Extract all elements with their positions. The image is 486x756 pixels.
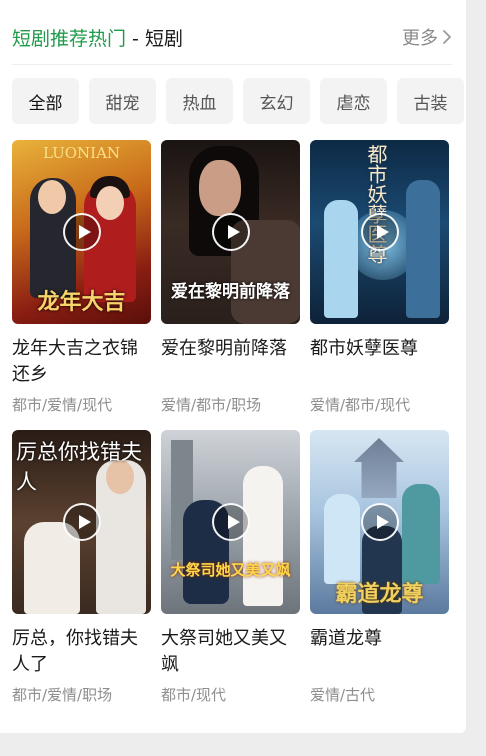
drama-tags: 都市/爱情/现代 [12,396,113,414]
more-label: 更多 [402,28,438,49]
poster-title-art: 龙年大吉 [37,290,126,315]
section-title-accent: 短剧推荐热门 [12,27,127,50]
drama-card[interactable]: 大祭司她又美又飒 大祭司她又美又飒 都市/现代 [161,430,300,706]
drama-title[interactable]: 霸道龙尊 [310,626,449,678]
poster-figure [354,438,404,498]
drama-title[interactable]: 大祭司她又美又飒 [161,626,300,678]
play-icon[interactable] [211,503,250,541]
poster-logo: LUONIAN [42,144,121,162]
poster-figure [199,160,241,216]
tab-costume[interactable]: 古装 [397,78,464,124]
drama-title[interactable]: 厉总，你找错夫人了 [12,626,151,678]
play-icon[interactable] [211,213,250,251]
drama-title[interactable]: 都市妖孽医尊 [310,336,449,388]
play-icon[interactable] [62,503,101,541]
drama-card[interactable]: LUONIAN 龙年大吉 龙年大吉之衣锦还乡 都市/爱情/现代 [12,140,151,416]
more-link[interactable]: 更多 [402,24,452,50]
play-icon[interactable] [62,213,101,251]
drama-card[interactable]: 爱在黎明前降落 爱在黎明前降落 爱情/都市/职场 [161,140,300,416]
poster-figure [38,180,66,214]
poster-figure [406,180,440,318]
header-divider [12,64,452,65]
drama-card[interactable]: 厉总你找错夫人 厉总，你找错夫人了 都市/爱情/职场 [12,430,151,706]
drama-card[interactable]: 都市妖孽医尊 都市妖孽医尊 爱情/都市/现代 [310,140,449,416]
poster-figure [243,466,283,606]
chevron-right-icon [443,30,451,44]
tab-all[interactable]: 全部 [12,78,79,124]
poster-figure [96,186,124,220]
tab-angst[interactable]: 虐恋 [320,78,387,124]
drama-poster[interactable]: 都市妖孽医尊 [310,140,449,324]
drama-tags: 爱情/都市/职场 [161,396,262,414]
drama-tags: 都市/现代 [161,686,227,704]
drama-poster[interactable]: 霸道龙尊 [310,430,449,614]
tab-action[interactable]: 热血 [166,78,233,124]
drama-poster[interactable]: 厉总你找错夫人 [12,430,151,614]
category-tabs: 全部 甜宠 热血 玄幻 虐恋 古装 [12,78,464,126]
poster-figure [402,484,440,584]
poster-title-art: 爱在黎明前降落 [171,282,290,302]
poster-title-art: 大祭司她又美又飒 [170,561,291,579]
poster-figure [324,200,358,318]
play-icon[interactable] [360,503,399,541]
drama-tags: 都市/爱情/职场 [12,686,113,704]
drama-tags: 爱情/都市/现代 [310,396,411,414]
drama-title[interactable]: 爱在黎明前降落 [161,336,300,388]
drama-poster[interactable]: LUONIAN 龙年大吉 [12,140,151,324]
short-drama-card: 短剧推荐热门 - 短剧 更多 全部 甜宠 热血 玄幻 虐恋 古装 LUONIAN [0,0,466,733]
tab-fantasy[interactable]: 玄幻 [243,78,310,124]
section-header: 短剧推荐热门 - 短剧 更多 [12,20,452,54]
drama-poster[interactable]: 大祭司她又美又飒 [161,430,300,614]
poster-figure [324,494,360,584]
poster-title-art: 厉总你找错夫人 [16,440,142,494]
tab-sweet[interactable]: 甜宠 [89,78,156,124]
drama-poster[interactable]: 爱在黎明前降落 [161,140,300,324]
poster-title-art: 霸道龙尊 [335,581,424,607]
section-title-suffix: - 短剧 [126,27,183,50]
drama-title[interactable]: 龙年大吉之衣锦还乡 [12,336,151,388]
drama-grid: LUONIAN 龙年大吉 龙年大吉之衣锦还乡 都市/爱情/现代 爱在黎明前降落 … [12,140,449,706]
play-icon[interactable] [360,213,399,251]
drama-tags: 爱情/古代 [310,686,376,704]
section-title: 短剧推荐热门 - 短剧 [12,24,183,51]
drama-card[interactable]: 霸道龙尊 霸道龙尊 爱情/古代 [310,430,449,706]
